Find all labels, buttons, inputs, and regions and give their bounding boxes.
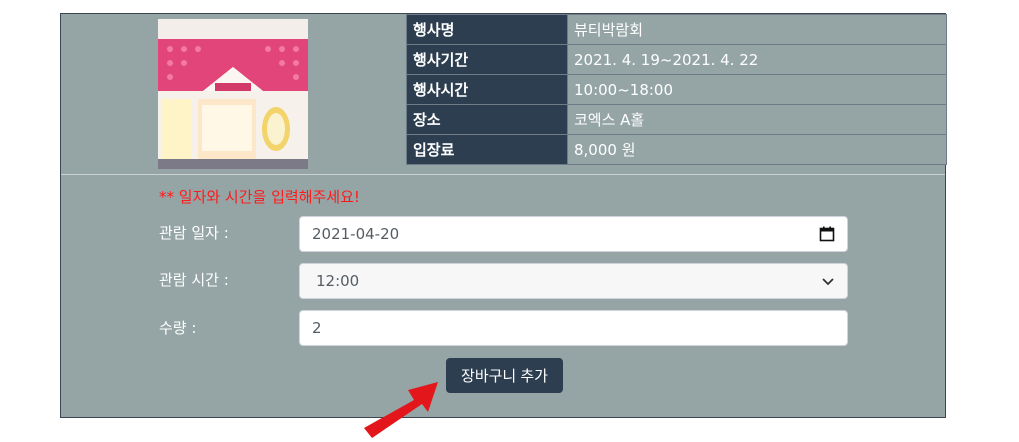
event-fee-value: 8,000 원 — [567, 134, 947, 165]
visit-time-select[interactable]: 12:00 — [299, 263, 848, 299]
chevron-down-icon — [822, 278, 834, 286]
table-row: 장소 코엑스 A홀 — [406, 104, 947, 135]
quantity-value: 2 — [312, 319, 322, 337]
event-hours-value: 10:00~18:00 — [567, 74, 947, 105]
event-name-label: 행사명 — [406, 14, 568, 45]
quantity-input[interactable]: 2 — [299, 310, 848, 346]
visit-date-input[interactable]: 2021-04-20 — [299, 216, 848, 252]
event-name-value: 뷰티박람회 — [567, 14, 947, 45]
event-venue-label: 장소 — [406, 104, 568, 135]
quantity-label: 수량 : — [159, 319, 197, 337]
table-row: 행사명 뷰티박람회 — [406, 14, 947, 45]
table-row: 행사기간 2021. 4. 19~2021. 4. 22 — [406, 44, 947, 75]
table-row: 입장료 8,000 원 — [406, 134, 947, 165]
calendar-icon[interactable] — [819, 226, 835, 242]
table-row: 행사시간 10:00~18:00 — [406, 74, 947, 105]
visit-date-label: 관람 일자 : — [159, 224, 229, 242]
warning-message: ** 일자와 시간을 입력해주세요! — [159, 188, 360, 206]
event-venue-value: 코엑스 A홀 — [567, 104, 947, 135]
visit-time-value: 12:00 — [316, 272, 360, 290]
event-period-label: 행사기간 — [406, 44, 568, 75]
visit-date-value: 2021-04-20 — [312, 225, 400, 243]
event-info-table: 행사명 뷰티박람회 행사기간 2021. 4. 19~2021. 4. 22 행… — [406, 14, 947, 165]
event-fee-label: 입장료 — [406, 134, 568, 165]
visit-time-label: 관람 시간 : — [159, 271, 229, 289]
divider — [61, 174, 945, 175]
red-arrow-icon — [364, 382, 438, 438]
event-period-value: 2021. 4. 19~2021. 4. 22 — [567, 44, 947, 75]
event-detail-panel: 행사명 뷰티박람회 행사기간 2021. 4. 19~2021. 4. 22 행… — [60, 13, 947, 418]
add-to-cart-button[interactable]: 장바구니 추가 — [446, 358, 563, 393]
event-hours-label: 행사시간 — [406, 74, 568, 105]
event-thumbnail-image — [158, 19, 308, 169]
